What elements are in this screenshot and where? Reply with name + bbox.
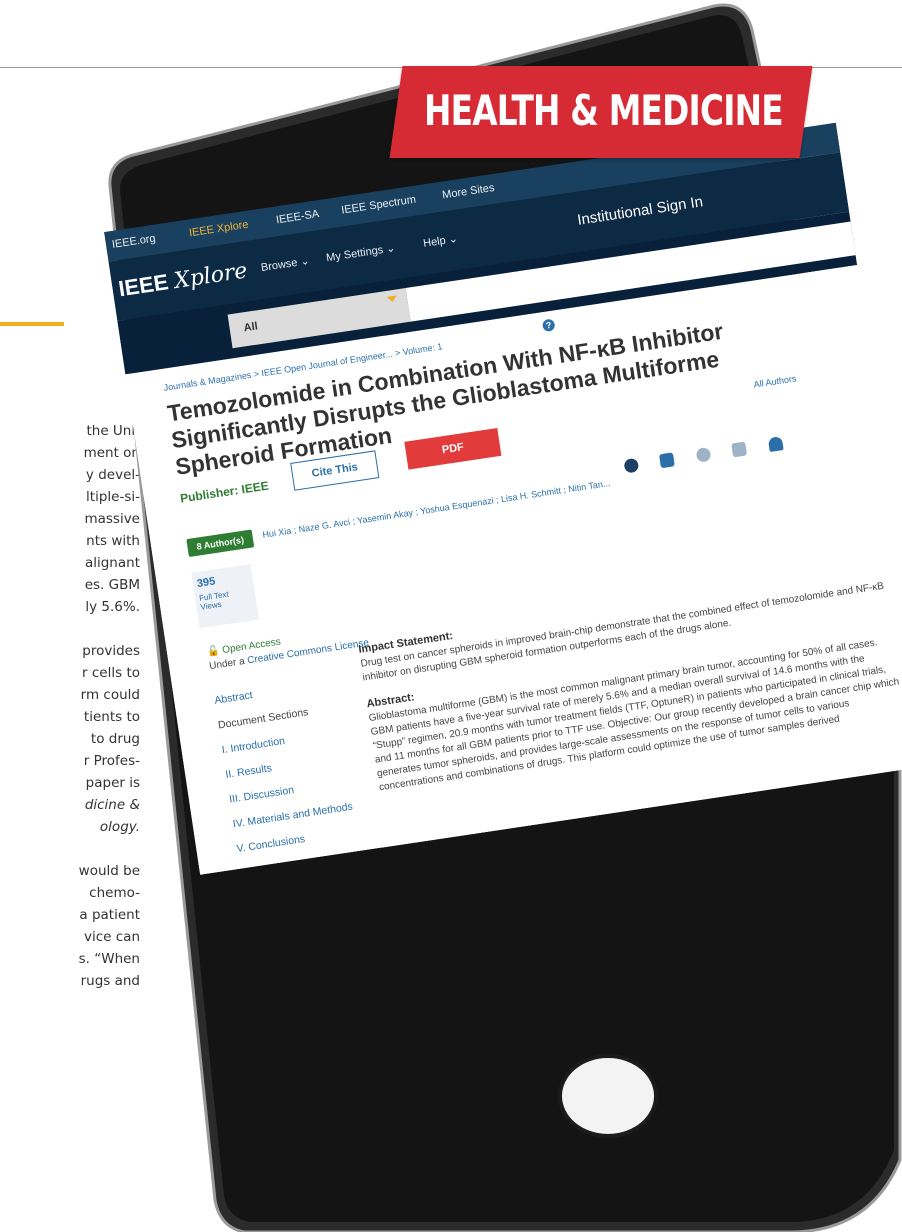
- ieee-org-link[interactable]: IEEE.org: [111, 233, 156, 251]
- ieee-sa-link[interactable]: IEEE-SA: [275, 208, 320, 226]
- ieee-spectrum-link[interactable]: IEEE Spectrum: [341, 194, 417, 217]
- document-sidebar: Abstract Document Sections I. Introducti…: [214, 677, 359, 868]
- sidebar-item-introduction[interactable]: I. Introduction: [221, 727, 341, 756]
- ieee-xplore-link[interactable]: IEEE Xplore: [188, 219, 249, 240]
- unlock-icon: 🔓: [206, 645, 221, 659]
- document-page: Journals & Magazines > IEEE Open Journal…: [125, 265, 902, 875]
- sidebar-item-discussion[interactable]: III. Discussion: [228, 776, 348, 806]
- ieee-xplore-logo[interactable]: IEEE Xplore: [117, 257, 249, 302]
- license-prefix: Under a: [208, 655, 249, 673]
- share-icon[interactable]: [731, 441, 748, 458]
- logo-xplore-text: Xplore: [172, 258, 249, 295]
- authors-count-badge[interactable]: 8 Author(s): [186, 529, 255, 558]
- logo-ieee-text: IEEE: [116, 269, 171, 302]
- views-count: 395: [196, 575, 217, 591]
- sidebar-item-materials-methods[interactable]: IV. Materials and Methods: [232, 801, 353, 831]
- publisher-label: Publisher: IEEE: [179, 478, 270, 506]
- views-label: Full Text Views: [198, 589, 230, 612]
- tablet-screen: IEEE.org IEEE Xplore IEEE-SA IEEE Spectr…: [104, 122, 902, 875]
- help-icon[interactable]: ?: [541, 318, 556, 333]
- sidebar-item-results[interactable]: II. Results: [225, 751, 345, 781]
- my-settings-menu[interactable]: My Settings ⌄: [325, 241, 396, 264]
- abstract-section: Impact Statement: Drug test on cancer sp…: [358, 565, 902, 808]
- browse-menu[interactable]: Browse ⌄: [260, 254, 310, 274]
- sidebar-item-conclusions[interactable]: V. Conclusions: [236, 825, 356, 855]
- tablet: IEEE.org IEEE Xplore IEEE-SA IEEE Spectr…: [0, 0, 902, 1232]
- more-sites-link[interactable]: More Sites: [441, 182, 495, 202]
- full-text-views-box: 395 Full Text Views: [191, 563, 259, 629]
- institutional-sign-in[interactable]: Institutional Sign In: [576, 193, 704, 229]
- sidebar-item-abstract[interactable]: Abstract: [214, 677, 334, 707]
- alert-bell-icon[interactable]: [767, 436, 784, 453]
- document-sections-heading: Document Sections: [217, 706, 310, 732]
- share-toolbar: [623, 433, 802, 478]
- category-banner-label: HEALTH & MEDICINE: [424, 86, 784, 135]
- orcid-icon[interactable]: [623, 457, 640, 474]
- copyright-icon[interactable]: [695, 446, 712, 463]
- help-menu[interactable]: Help ⌄: [422, 232, 458, 250]
- search-scope-value: All: [242, 320, 259, 335]
- home-button[interactable]: [558, 1054, 658, 1138]
- email-icon[interactable]: [659, 452, 676, 469]
